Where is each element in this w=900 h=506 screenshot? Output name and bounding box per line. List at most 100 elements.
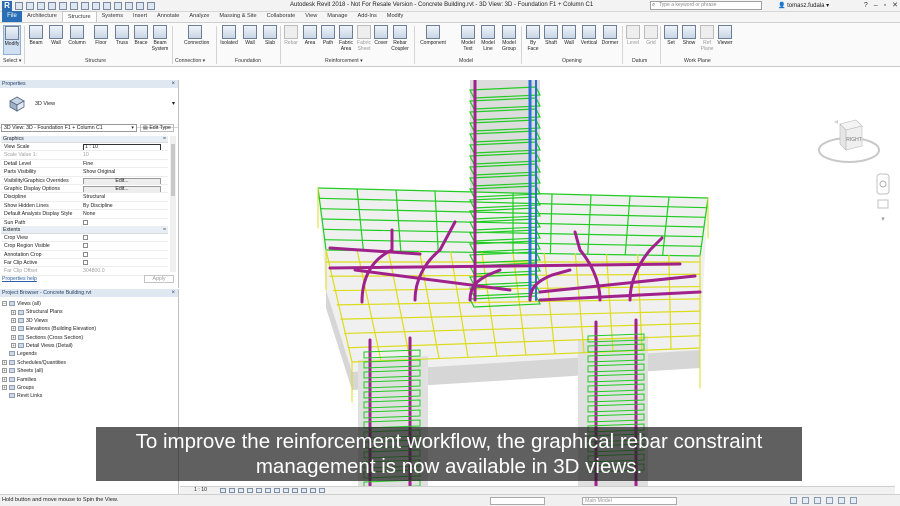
type-selector[interactable]: 3D View ▾ [0, 88, 178, 128]
expand-icon[interactable]: + [2, 368, 7, 374]
tab-annotate[interactable]: Annotate [152, 11, 184, 22]
show-crop-icon[interactable] [274, 488, 280, 493]
browser-node[interactable]: + Groups [2, 384, 96, 392]
level-button[interactable]: Level [624, 25, 642, 46]
collapse-icon[interactable]: ≈ [163, 136, 166, 143]
expand-icon[interactable]: + [2, 359, 7, 365]
model-group-button[interactable]: Model Group [500, 25, 518, 52]
edit-button[interactable]: Edit... [83, 185, 161, 193]
reveal-hidden-icon[interactable] [301, 488, 307, 493]
apply-button[interactable]: Apply [144, 275, 174, 283]
browser-node[interactable]: − Views (all) [2, 300, 96, 308]
switch-windows-icon[interactable] [147, 2, 155, 10]
render-icon[interactable] [256, 488, 262, 493]
path-button[interactable]: Path [319, 25, 337, 46]
crop-view-icon[interactable] [265, 488, 271, 493]
area-button[interactable]: Area [301, 25, 319, 46]
redo-icon[interactable] [59, 2, 67, 10]
instance-selector[interactable]: 3D View: 3D - Foundation F1 + Column C1 ▾ [1, 124, 137, 132]
group-connection[interactable]: Connection ▾ [175, 58, 205, 64]
tab-view[interactable]: View [300, 11, 322, 22]
analytical-model-icon[interactable] [310, 488, 316, 493]
floor-button[interactable]: Floor [92, 25, 110, 46]
collapse-icon[interactable]: ≈ [163, 227, 166, 234]
collapse-icon[interactable]: − [2, 301, 7, 307]
expand-icon[interactable]: + [11, 317, 16, 323]
ref-plane-button[interactable]: Ref Plane [698, 25, 716, 52]
3d-viewport[interactable]: ▭ – ✕ [180, 80, 895, 486]
expand-icon[interactable]: + [11, 343, 16, 349]
vertical-button[interactable]: Vertical [579, 25, 599, 46]
measure-icon[interactable] [81, 2, 89, 10]
grid-button[interactable]: Grid [642, 25, 660, 46]
search-input[interactable]: ⌕ Type a keyword or phrase [650, 1, 762, 10]
undo-icon[interactable] [48, 2, 56, 10]
modify-button[interactable]: Modify [3, 25, 21, 55]
tab-analyze[interactable]: Analyze [184, 11, 214, 22]
section-icon[interactable] [114, 2, 122, 10]
print-icon[interactable] [70, 2, 78, 10]
property-value[interactable]: None [81, 210, 168, 217]
section-graphics[interactable]: Graphics ≈ [1, 136, 168, 143]
properties-scrollbar[interactable] [170, 136, 176, 272]
beam-button[interactable]: Beam [27, 25, 45, 46]
tab-insert[interactable]: Insert [128, 11, 152, 22]
tab-massing-site[interactable]: Massing & Site [214, 11, 261, 22]
select-underlay-icon[interactable] [802, 497, 809, 504]
status-field[interactable] [490, 497, 545, 505]
tab-add-ins[interactable]: Add-Ins [353, 11, 382, 22]
zoom-icon[interactable] [877, 199, 889, 209]
group-select[interactable]: Select ▾ [3, 58, 21, 64]
tab-manage[interactable]: Manage [322, 11, 352, 22]
expand-icon[interactable]: + [11, 326, 16, 332]
rebar-coupler-button[interactable]: Rebar Coupler [390, 25, 410, 52]
close-hidden-icon[interactable] [136, 2, 144, 10]
show-button[interactable]: Show [680, 25, 698, 46]
property-value[interactable] [81, 242, 168, 249]
minimize-icon[interactable]: – [874, 0, 878, 11]
browser-node[interactable]: + Structural Plans [2, 308, 96, 316]
property-value[interactable]: Structural [81, 193, 168, 200]
opening-wall-button[interactable]: Wall [560, 25, 578, 46]
property-value[interactable]: Edit... [81, 177, 168, 184]
browser-node[interactable]: Revit Links [2, 392, 96, 400]
select-by-face-icon[interactable] [826, 497, 833, 504]
visual-style-icon[interactable] [229, 488, 235, 493]
brace-button[interactable]: Brace [132, 25, 150, 46]
column-button[interactable]: Column [68, 25, 86, 46]
connection-button[interactable]: Connection [184, 25, 209, 46]
home-icon[interactable] [834, 120, 838, 124]
browser-node[interactable]: + Sheets (all) [2, 367, 96, 375]
viewcube[interactable]: RIGHT [814, 116, 884, 176]
fabric-sheet-button[interactable]: Fabric Sheet [355, 25, 373, 52]
tab-collaborate[interactable]: Collaborate [262, 11, 301, 22]
browser-node[interactable]: +3D Views [2, 317, 96, 325]
dormer-button[interactable]: Dormer [600, 25, 620, 46]
property-value[interactable]: Show Original [81, 168, 168, 175]
model-line-button[interactable]: Model Line [479, 25, 497, 52]
browser-node[interactable]: Legends [2, 350, 96, 358]
shaft-button[interactable]: Shaft [542, 25, 560, 46]
checkbox[interactable] [83, 260, 88, 266]
maximize-icon[interactable]: ▫ [884, 0, 886, 11]
browser-node[interactable]: + Schedules/Quantities [2, 359, 96, 367]
browser-node[interactable]: + Families [2, 376, 96, 384]
temp-hide-icon[interactable] [292, 488, 298, 493]
constraints-icon[interactable] [319, 488, 325, 493]
close-icon[interactable]: × [171, 80, 175, 88]
wall-button[interactable]: Wall [47, 25, 65, 46]
drag-elements-icon[interactable] [838, 497, 845, 504]
property-value[interactable] [81, 259, 168, 266]
tab-systems[interactable]: Systems [97, 11, 128, 22]
property-value[interactable]: Fine [81, 160, 168, 167]
scrollbar-thumb[interactable] [171, 144, 175, 196]
section-extents[interactable]: Extents ≈ [1, 226, 168, 234]
close-icon[interactable]: × [171, 289, 175, 297]
detail-level-icon[interactable] [220, 488, 226, 493]
revit-logo-icon[interactable]: R [2, 1, 12, 11]
property-value[interactable]: Edit... [81, 185, 168, 193]
tab-file[interactable]: File [2, 11, 22, 22]
user-account[interactable]: 👤 tomasz.fudala ▾ [778, 2, 829, 9]
property-value[interactable]: By Discipline [81, 202, 168, 209]
browser-node[interactable]: + Elevations (Building Elevation) [2, 325, 96, 333]
